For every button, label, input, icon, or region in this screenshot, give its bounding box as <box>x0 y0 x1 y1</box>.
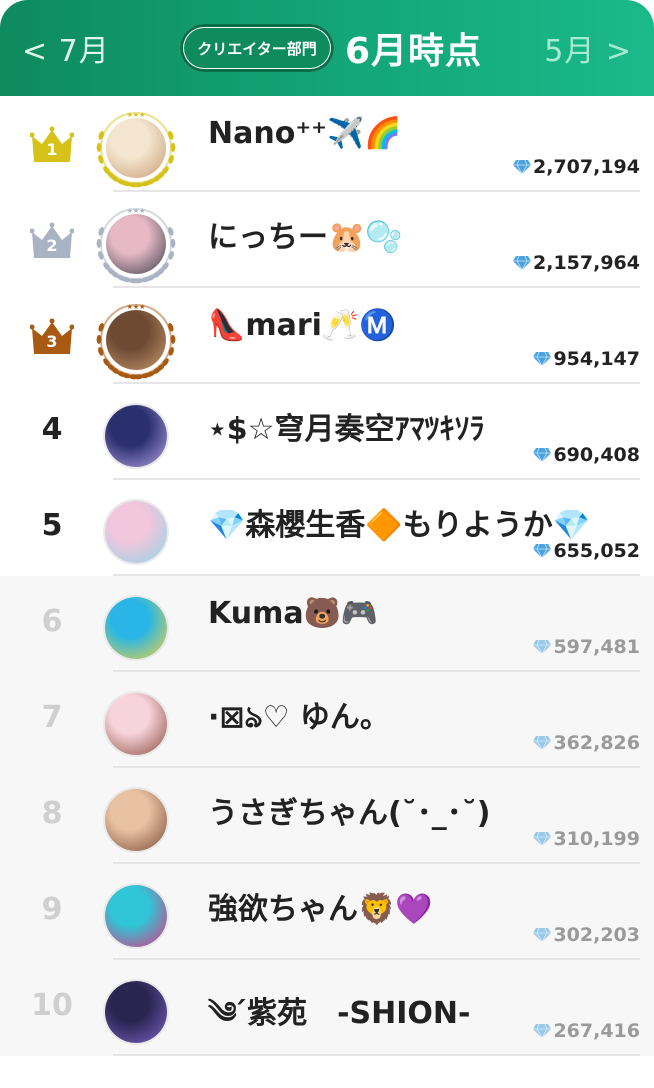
diamond-score: 302,203 <box>532 924 640 946</box>
score-value: 302,203 <box>553 924 640 946</box>
diamond-score: 597,481 <box>532 636 640 658</box>
creator-name[interactable]: 💎森櫻生香🔶もりようか💎 <box>208 500 590 544</box>
rank-number: 9 <box>41 892 63 927</box>
diamond-icon <box>533 1023 552 1039</box>
ranking-row[interactable]: 6 Kuma🐻🎮 597,481 <box>0 576 654 672</box>
ranking-header: < 7月 クリエイター部門 6月時点 5月 > <box>0 0 654 96</box>
rank-number: 8 <box>41 796 63 831</box>
rank-number: 1 <box>46 140 58 159</box>
avatar-frame[interactable]: ★★★ <box>96 108 176 188</box>
score-value: 2,707,194 <box>533 156 640 178</box>
diamond-icon <box>533 351 552 367</box>
ranking-row[interactable]: 9 強欲ちゃん🦁💜 302,203 <box>0 864 654 960</box>
ranking-list: 1 ★★★ Nano⁺⁺✈️🌈 2,707,194 2 ★★★ にっちー🐹🫧 2,157,96… <box>0 96 654 1056</box>
avatar-frame[interactable]: ★★★ <box>96 300 176 380</box>
creator-name[interactable]: ༄ ́紫苑 -SHION- <box>208 980 470 1064</box>
creator-name[interactable]: ⋆$☆穹月奏空ｱﾏﾂｷｿﾗ <box>208 404 485 448</box>
ranking-row[interactable]: 7 ·⊠ঌ♡ ゆん。 362,826 <box>0 672 654 768</box>
avatar <box>105 405 167 467</box>
rank-number: 5 <box>41 508 63 543</box>
avatar <box>105 885 167 947</box>
avatar-frame[interactable] <box>96 684 176 764</box>
rank-number: 4 <box>41 412 63 447</box>
diamond-score: 362,826 <box>532 732 640 754</box>
diamond-icon <box>533 447 552 463</box>
ranking-row[interactable]: 1 ★★★ Nano⁺⁺✈️🌈 2,707,194 <box>0 96 654 192</box>
diamond-score: 954,147 <box>532 348 640 370</box>
score-value: 310,199 <box>553 828 640 850</box>
ranking-row[interactable]: 2 ★★★ にっちー🐹🫧 2,157,964 <box>0 192 654 288</box>
bronze-crown-icon: 3 <box>30 318 74 354</box>
score-value: 362,826 <box>553 732 640 754</box>
score-value: 2,157,964 <box>533 252 640 274</box>
period-title: 6月時点 <box>345 31 483 72</box>
creator-name[interactable]: Kuma🐻🎮 <box>208 596 378 631</box>
creator-name[interactable]: 強欲ちゃん🦁💜 <box>208 884 433 928</box>
avatar <box>105 597 167 659</box>
score-value: 954,147 <box>553 348 640 370</box>
diamond-score: 310,199 <box>532 828 640 850</box>
creator-name[interactable]: Nano⁺⁺✈️🌈 <box>208 116 402 151</box>
rank-number: 7 <box>41 700 63 735</box>
avatar-frame[interactable] <box>96 396 176 476</box>
score-value: 267,416 <box>553 1020 640 1042</box>
ranking-row[interactable]: 3 ★★★ 👠mari🥂Ⓜ️ 954,147 <box>0 288 654 384</box>
rank-number: 10 <box>31 988 73 1023</box>
ranking-row[interactable]: 4 ⋆$☆穹月奏空ｱﾏﾂｷｿﾗ 690,408 <box>0 384 654 480</box>
ranking-card: < 7月 クリエイター部門 6月時点 5月 > 1 ★★★ Nano⁺⁺✈️🌈 2,7… <box>0 0 654 1088</box>
avatar-frame[interactable] <box>96 780 176 860</box>
diamond-icon <box>533 927 552 943</box>
creator-name[interactable]: うさぎちゃん(˘･_･˘) <box>208 788 490 832</box>
avatar <box>106 310 166 370</box>
avatar-frame[interactable] <box>96 972 176 1052</box>
ranking-row[interactable]: 10 ༄ ́紫苑 -SHION- 267,416 <box>0 960 654 1056</box>
rank-number: 3 <box>46 332 58 351</box>
category-badge: クリエイター部門 <box>180 24 334 72</box>
ranking-row[interactable]: 8 うさぎちゃん(˘･_･˘) 310,199 <box>0 768 654 864</box>
rank-number: 6 <box>41 604 63 639</box>
rank-number: 2 <box>46 236 58 255</box>
category-badge-label: クリエイター部門 <box>184 28 330 68</box>
avatar-frame[interactable] <box>96 588 176 668</box>
score-value: 690,408 <box>553 444 640 466</box>
avatar <box>105 501 167 563</box>
diamond-icon <box>533 735 552 751</box>
avatar <box>105 789 167 851</box>
avatar <box>105 981 167 1043</box>
next-month-button[interactable]: 5月 > <box>544 26 632 70</box>
diamond-score: 267,416 <box>532 1020 640 1042</box>
prev-month-button[interactable]: < 7月 <box>22 26 110 70</box>
avatar-frame[interactable] <box>96 492 176 572</box>
avatar <box>106 214 166 274</box>
avatar <box>105 693 167 755</box>
creator-name[interactable]: 👠mari🥂Ⓜ️ <box>208 308 397 343</box>
avatar <box>106 118 166 178</box>
gold-crown-icon: 1 <box>30 126 74 162</box>
creator-name[interactable]: ·⊠ঌ♡ ゆん。 <box>208 692 390 744</box>
diamond-score: 2,707,194 <box>512 156 640 178</box>
creator-name[interactable]: にっちー🐹🫧 <box>208 212 403 256</box>
diamond-icon <box>513 255 532 271</box>
diamond-score: 690,408 <box>532 444 640 466</box>
avatar-frame[interactable]: ★★★ <box>96 204 176 284</box>
diamond-score: 655,052 <box>532 540 640 562</box>
avatar-frame[interactable] <box>96 876 176 956</box>
row-divider <box>113 1054 640 1056</box>
ranking-row[interactable]: 5 💎森櫻生香🔶もりようか💎 655,052 <box>0 480 654 576</box>
silver-crown-icon: 2 <box>30 222 74 258</box>
score-value: 655,052 <box>553 540 640 562</box>
diamond-icon <box>513 159 532 175</box>
diamond-icon <box>533 543 552 559</box>
diamond-score: 2,157,964 <box>512 252 640 274</box>
score-value: 597,481 <box>553 636 640 658</box>
diamond-icon <box>533 639 552 655</box>
diamond-icon <box>533 831 552 847</box>
